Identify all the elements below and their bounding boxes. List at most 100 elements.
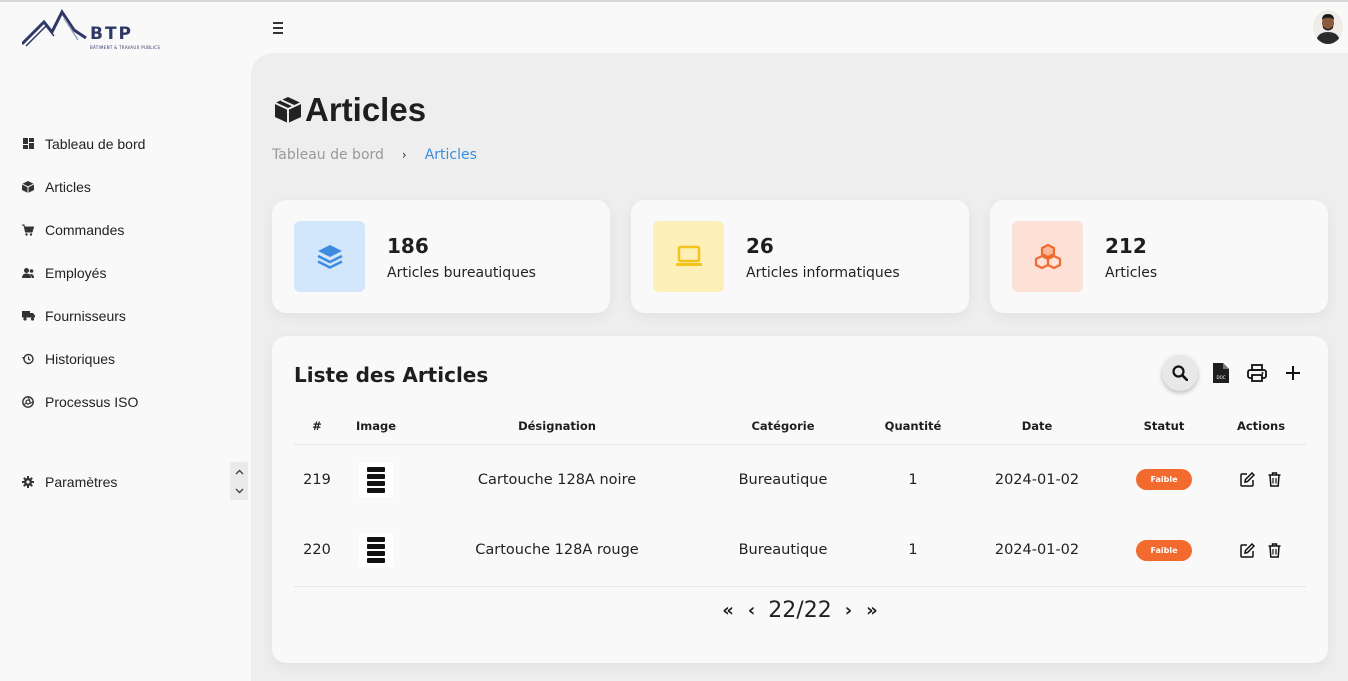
last-page-button[interactable]: » [866, 600, 878, 621]
delete-button[interactable] [1266, 542, 1283, 559]
aperture-icon [21, 395, 35, 409]
sidebar-item-label: Processus ISO [45, 393, 139, 410]
sidebar-item-label: Commandes [45, 221, 125, 238]
brand-tagline: BÂTIMENT & TRAVAUX PUBLICS [90, 45, 161, 50]
cell-date: 2024-01-02 [994, 471, 1080, 488]
cell-designation: Cartouche 128A rouge [412, 515, 702, 587]
cell-quantite: 1 [908, 471, 918, 488]
articles-list-card: Liste des Articles DOC # Image Désignati… [272, 336, 1328, 663]
sidebar-item-tableau-de-bord[interactable]: Tableau de bord [0, 122, 251, 165]
cell-designation: Cartouche 128A noire [477, 471, 637, 488]
export-doc-button[interactable]: DOC [1204, 356, 1238, 390]
sidebar-item-label: Paramètres [45, 473, 118, 490]
box-icon [21, 180, 35, 194]
column-header[interactable]: Image [340, 408, 412, 445]
column-header[interactable]: Actions [1216, 408, 1306, 445]
stat-tile [294, 221, 365, 292]
table-header-row: # Image Désignation Catégorie Quantité D… [294, 408, 1306, 445]
edit-button[interactable] [1239, 471, 1256, 488]
btp-logo[interactable]: BTP BÂTIMENT & TRAVAUX PUBLICS [20, 8, 160, 52]
column-header[interactable]: Désignation [412, 408, 702, 445]
avatar[interactable] [1313, 10, 1343, 44]
column-header[interactable]: # [294, 408, 340, 445]
add-article-button[interactable] [1276, 356, 1310, 390]
page-title: Articles [273, 91, 426, 129]
doc-file-icon: DOC [1213, 363, 1229, 383]
sidebar-nav: Tableau de bord Articles Commandes Emplo… [0, 122, 251, 423]
page-indicator: 22/22 [768, 598, 832, 623]
status-badge: Faible [1136, 539, 1192, 561]
sidebar-item-label: Historiques [45, 350, 116, 367]
layers-icon [316, 244, 343, 269]
trash-icon [1268, 472, 1281, 487]
stat-card-bureautique[interactable]: 186 Articles bureautiques [272, 200, 610, 313]
sidebar-scroll-control[interactable] [230, 462, 248, 500]
column-header[interactable]: Catégorie [702, 408, 864, 445]
list-title: Liste des Articles [294, 363, 489, 387]
menu-toggle-button[interactable] [273, 22, 285, 34]
pagination: « ‹ 22/22 › » [272, 598, 1328, 623]
print-button[interactable] [1240, 356, 1274, 390]
user-avatar-icon [1313, 10, 1343, 44]
search-icon [1172, 365, 1188, 381]
cell-image [340, 444, 412, 515]
chevron-down-icon[interactable] [235, 488, 244, 494]
sidebar-item-employes[interactable]: Employés [0, 251, 251, 294]
cell-id: 220 [294, 515, 340, 587]
sidebar-item-articles[interactable]: Articles [0, 165, 251, 208]
cell-date: 2024-01-02 [962, 515, 1112, 587]
edit-icon [1240, 542, 1255, 558]
column-header[interactable]: Statut [1112, 408, 1216, 445]
sidebar-item-label: Employés [45, 264, 107, 281]
cell-actions [1216, 515, 1306, 587]
table-row[interactable]: 219 Cartouche 128A noire Bureautique 1 2… [294, 444, 1306, 515]
table-row[interactable]: 220 Cartouche 128A rouge Bureautique 1 2… [294, 515, 1306, 587]
breadcrumb-current-link[interactable]: Articles [425, 147, 477, 163]
dashboard-icon [21, 137, 35, 151]
cell-quantite: 1 [864, 515, 962, 587]
stat-card-informatique[interactable]: 26 Articles informatiques [631, 200, 969, 313]
truck-icon [21, 309, 35, 323]
sidebar-item-parametres[interactable]: Paramètres [0, 460, 251, 503]
sidebar-item-label: Articles [45, 178, 91, 195]
delete-button[interactable] [1266, 471, 1283, 488]
articles-table: # Image Désignation Catégorie Quantité D… [294, 408, 1306, 587]
edit-button[interactable] [1239, 542, 1256, 559]
column-header[interactable]: Quantité [864, 408, 962, 445]
users-icon [21, 266, 35, 280]
stat-value: 186 [387, 234, 429, 258]
sidebar-item-fournisseurs[interactable]: Fournisseurs [0, 294, 251, 337]
next-page-button[interactable]: › [845, 600, 852, 621]
plus-icon [1286, 366, 1300, 380]
page-title-text: Articles [305, 91, 427, 128]
chevron-up-icon[interactable] [235, 469, 244, 475]
breadcrumb-home-link[interactable]: Tableau de bord [272, 147, 384, 163]
trash-icon [1268, 543, 1281, 558]
svg-text:DOC: DOC [1216, 375, 1225, 380]
stat-card-articles[interactable]: 212 Articles [990, 200, 1328, 313]
breadcrumb-separator: › [401, 148, 407, 162]
printer-icon [1247, 364, 1267, 382]
cart-icon [21, 223, 35, 237]
first-page-button[interactable]: « [722, 600, 734, 621]
main-content: Articles Tableau de bord › Articles 186 … [251, 53, 1348, 681]
sidebar-item-label: Tableau de bord [45, 135, 146, 152]
cell-statut: Faible [1112, 444, 1216, 515]
list-toolbar: DOC [1162, 355, 1312, 391]
cartridge-thumbnail[interactable] [359, 462, 393, 497]
sidebar-item-commandes[interactable]: Commandes [0, 208, 251, 251]
stat-tile [653, 221, 724, 292]
gear-icon [21, 475, 35, 489]
sidebar-item-processus-iso[interactable]: Processus ISO [0, 380, 251, 423]
sidebar-item-historiques[interactable]: Historiques [0, 337, 251, 380]
column-header[interactable]: Date [962, 408, 1112, 445]
cell-categorie: Bureautique [702, 515, 864, 587]
cartridge-thumbnail[interactable] [359, 533, 393, 568]
sidebar-settings-section: Paramètres [0, 460, 251, 503]
stat-label: Articles [1105, 265, 1158, 281]
cell-actions [1216, 444, 1306, 515]
history-icon [21, 352, 35, 366]
mountain-logo-icon [20, 9, 87, 47]
search-button[interactable] [1162, 355, 1198, 391]
prev-page-button[interactable]: ‹ [748, 600, 755, 621]
